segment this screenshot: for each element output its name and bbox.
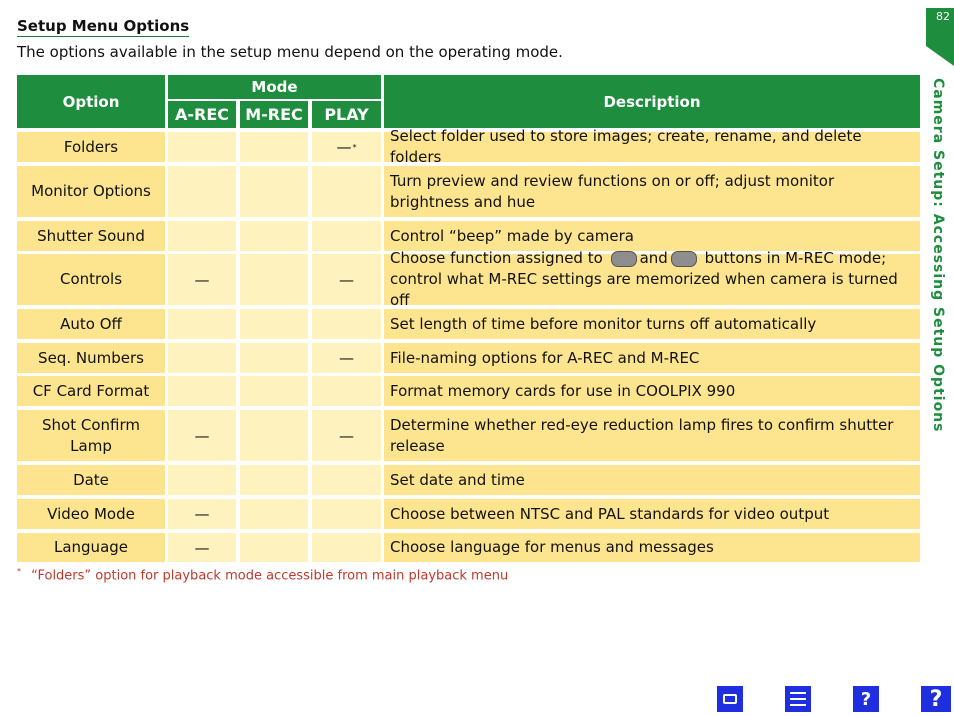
description-cell: Choose function assigned to and buttons … [384,249,920,309]
header-mode-play: PLAY [312,101,381,128]
description-text: Choose function assigned to and buttons … [390,248,914,311]
section-side-label: Camera Setup: Accessing Setup Options [930,78,946,433]
mode-cell-mrec [240,221,308,251]
mode-cell-play [312,309,381,339]
description-cell: Select folder used to store images; crea… [384,127,920,166]
mode-cell-play: — * [312,132,381,162]
mode-cell-mrec [240,533,308,562]
mode-cell-mrec [240,309,308,339]
page-number: 82 [936,10,950,23]
mode-cell-arec: — [168,499,236,529]
option-cell: Seq. Numbers [17,343,165,373]
option-cell: Shot Confirm Lamp [17,410,165,461]
description-cell: Choose between NTSC and PAL standards fo… [384,499,920,529]
option-cell: CF Card Format [17,376,165,406]
mode-cell-play [312,376,381,406]
section-title: Setup Menu Options [17,17,190,37]
footnote-ref: * [352,142,357,152]
mode-cell-mrec [240,465,308,495]
header-mode-arec: A-REC [168,101,236,128]
option-cell: Language [17,533,165,562]
function-button-icon [670,250,697,267]
description-part: and [639,249,668,267]
mode-cell-play [312,221,381,251]
mode-cell-mrec [240,166,308,217]
option-cell: Auto Off [17,309,165,339]
mode-cell-mrec [240,499,308,529]
option-cell: Shutter Sound [17,221,165,251]
mode-button-icon [610,250,637,267]
description-cell: Choose language for menus and messages [384,533,920,562]
footnote-text: “Folders” option for playback mode acces… [31,568,509,584]
mode-cell-play: — [312,343,381,373]
mode-cell-mrec [240,410,308,461]
mode-cell-arec [168,166,236,217]
option-cell: Video Mode [17,499,165,529]
header-mode-mrec: M-REC [240,101,308,128]
description-cell: Turn preview and review functions on or … [384,166,920,217]
mode-cell-arec [168,132,236,162]
mode-cell-play: — [312,410,381,461]
contents-icon[interactable] [785,686,811,712]
camera-icon[interactable] [717,686,743,712]
description-cell: Format memory cards for use in COOLPIX 9… [384,376,920,406]
description-part: Choose function assigned to [390,249,603,267]
mode-cell-arec [168,221,236,251]
mode-cell-mrec [240,343,308,373]
mode-cell-mrec [240,132,308,162]
mode-cell-arec: — [168,410,236,461]
mode-cell-mrec [240,254,308,305]
option-cell: Monitor Options [17,166,165,217]
description-cell: Set length of time before monitor turns … [384,309,920,339]
mode-mark: — [336,138,352,156]
option-cell: Date [17,465,165,495]
mode-cell-arec [168,465,236,495]
mode-cell-arec: — [168,533,236,562]
option-cell: Folders [17,132,165,162]
description-cell: Determine whether red-eye reduction lamp… [384,410,920,461]
mode-cell-play [312,499,381,529]
description-cell: Control “beep” made by camera [384,221,920,251]
option-cell: Controls [17,254,165,305]
header-option: Option [17,75,165,128]
intro-text: The options available in the setup menu … [17,43,563,61]
footnote-marker: * [17,567,21,576]
mode-cell-play: — [312,254,381,305]
description-cell: File-naming options for A-REC and M-REC [384,343,920,373]
description-cell: Set date and time [384,465,920,495]
header-mode: Mode [168,75,381,99]
mode-cell-play [312,533,381,562]
mode-cell-arec [168,309,236,339]
mode-cell-arec [168,376,236,406]
header-description: Description [384,75,920,128]
mode-cell-arec [168,343,236,373]
mode-cell-mrec [240,376,308,406]
help-icon[interactable]: ? [921,686,951,712]
index-icon[interactable]: ? [853,686,879,712]
mode-cell-play [312,166,381,217]
mode-cell-arec: — [168,254,236,305]
mode-cell-play [312,465,381,495]
footnote: * “Folders” option for playback mode acc… [17,567,508,583]
